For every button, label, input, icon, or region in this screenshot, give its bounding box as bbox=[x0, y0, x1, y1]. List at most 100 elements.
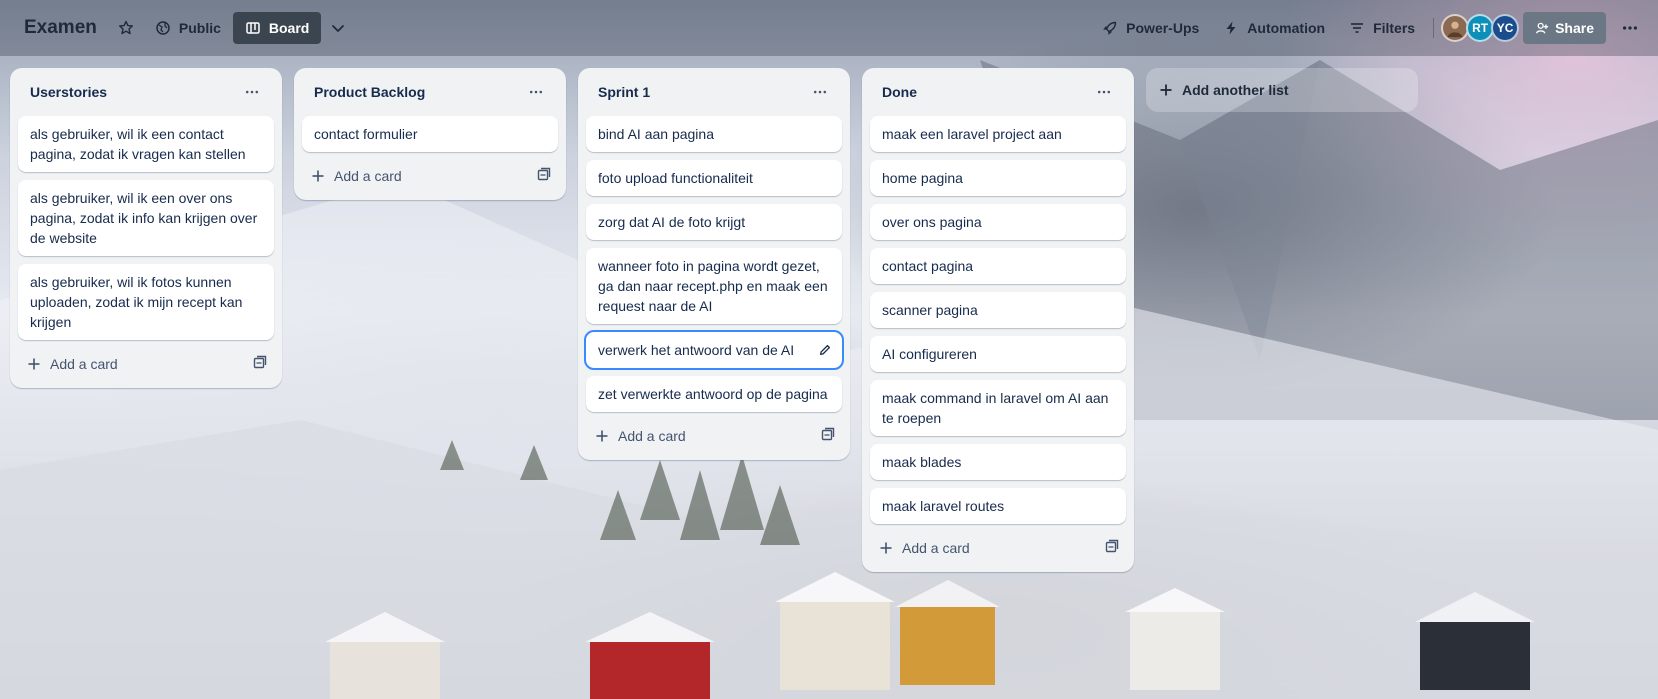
card[interactable]: maak laravel routes bbox=[870, 488, 1126, 524]
pencil-icon[interactable] bbox=[818, 343, 832, 357]
template-icon bbox=[821, 427, 835, 440]
add-card-button[interactable]: Add a card bbox=[310, 168, 402, 184]
card[interactable]: scanner pagina bbox=[870, 292, 1126, 328]
list-footer: Add a card bbox=[18, 348, 274, 380]
add-card-button[interactable]: Add a card bbox=[594, 428, 686, 444]
add-card-label: Add a card bbox=[902, 540, 970, 556]
card[interactable]: foto upload functionaliteit bbox=[586, 160, 842, 196]
add-list-label: Add another list bbox=[1182, 82, 1289, 98]
rocket-icon bbox=[1103, 21, 1117, 35]
plus-icon bbox=[312, 170, 324, 182]
card[interactable]: maak blades bbox=[870, 444, 1126, 480]
star-icon bbox=[118, 20, 133, 35]
board-title[interactable]: Examen bbox=[12, 17, 109, 39]
list-userstories: Userstories als gebruiker, wil ik een co… bbox=[10, 68, 282, 388]
card-text: verwerk het antwoord van de AI bbox=[598, 342, 795, 358]
add-card-button[interactable]: Add a card bbox=[878, 540, 970, 556]
list-menu-button[interactable] bbox=[520, 76, 552, 108]
list-title[interactable]: Sprint 1 bbox=[598, 84, 650, 100]
share-label: Share bbox=[1555, 20, 1594, 36]
board-members: RT YC bbox=[1441, 14, 1520, 42]
plus-icon bbox=[880, 542, 892, 554]
more-horizontal-icon bbox=[813, 90, 827, 94]
template-icon bbox=[537, 167, 551, 180]
avatar[interactable]: YC bbox=[1491, 14, 1520, 42]
add-card-label: Add a card bbox=[334, 168, 402, 184]
create-from-template-button[interactable] bbox=[1104, 538, 1120, 559]
card[interactable]: zorg dat AI de foto krijgt bbox=[586, 204, 842, 240]
add-card-label: Add a card bbox=[618, 428, 686, 444]
card[interactable]: als gebruiker, wil ik een contact pagina… bbox=[18, 116, 274, 172]
card[interactable]: over ons pagina bbox=[870, 204, 1126, 240]
list-product-backlog: Product Backlog contact formulier Add a … bbox=[294, 68, 566, 200]
list-menu-button[interactable] bbox=[804, 76, 836, 108]
board-view-label: Board bbox=[268, 20, 310, 36]
share-button[interactable]: Share bbox=[1523, 12, 1606, 44]
filters-label: Filters bbox=[1373, 20, 1416, 36]
board-icon bbox=[246, 22, 260, 34]
board-header: Examen Public Board Power-Ups Automation… bbox=[0, 0, 1658, 56]
powerups-label: Power-Ups bbox=[1126, 20, 1200, 36]
list-header: Sprint 1 bbox=[586, 68, 842, 116]
globe-icon bbox=[156, 21, 170, 35]
more-horizontal-icon bbox=[1097, 90, 1111, 94]
powerups-button[interactable]: Power-Ups bbox=[1090, 12, 1211, 44]
chevron-down-icon bbox=[332, 25, 345, 32]
plus-icon bbox=[1160, 84, 1172, 96]
create-from-template-button[interactable] bbox=[820, 426, 836, 447]
plus-icon bbox=[28, 358, 40, 370]
filter-icon bbox=[1351, 23, 1364, 33]
board-view-button[interactable]: Board bbox=[232, 12, 322, 44]
more-horizontal-icon bbox=[1622, 26, 1638, 30]
card[interactable]: als gebruiker, wil ik fotos kunnen uploa… bbox=[18, 264, 274, 340]
list-footer: Add a card bbox=[586, 420, 842, 452]
create-from-template-button[interactable] bbox=[536, 166, 552, 187]
board-menu-button[interactable] bbox=[1614, 12, 1646, 44]
board-canvas: Userstories als gebruiker, wil ik een co… bbox=[10, 68, 1418, 572]
list-header: Done bbox=[870, 68, 1126, 116]
avatar[interactable] bbox=[1441, 14, 1470, 42]
card[interactable]: als gebruiker, wil ik een over ons pagin… bbox=[18, 180, 274, 256]
card-list: bind AI aan pagina foto upload functiona… bbox=[584, 116, 844, 412]
filters-button[interactable]: Filters bbox=[1337, 12, 1427, 44]
automation-button[interactable]: Automation bbox=[1211, 12, 1337, 44]
card[interactable]: zet verwerkte antwoord op de pagina bbox=[586, 376, 842, 412]
avatar[interactable]: RT bbox=[1466, 14, 1495, 42]
avatar-initials: RT bbox=[1472, 21, 1489, 35]
visibility-label: Public bbox=[178, 20, 221, 36]
list-footer: Add a card bbox=[302, 160, 558, 192]
list-menu-button[interactable] bbox=[236, 76, 268, 108]
list-sprint-1: Sprint 1 bind AI aan pagina foto upload … bbox=[578, 68, 850, 460]
card[interactable]: contact formulier bbox=[302, 116, 558, 152]
list-header: Userstories bbox=[18, 68, 274, 116]
card[interactable]: bind AI aan pagina bbox=[586, 116, 842, 152]
more-horizontal-icon bbox=[529, 90, 543, 94]
template-icon bbox=[253, 355, 267, 368]
card[interactable]: wanneer foto in pagina wordt gezet, ga d… bbox=[586, 248, 842, 324]
add-list-button[interactable]: Add another list bbox=[1146, 68, 1418, 112]
card[interactable]: maak command in laravel om AI aan te roe… bbox=[870, 380, 1126, 436]
card-list: maak een laravel project aan home pagina… bbox=[870, 116, 1126, 524]
automation-label: Automation bbox=[1247, 20, 1326, 36]
list-done: Done maak een laravel project aan home p… bbox=[862, 68, 1134, 572]
card[interactable]: AI configureren bbox=[870, 336, 1126, 372]
add-card-button[interactable]: Add a card bbox=[26, 356, 118, 372]
card[interactable]: home pagina bbox=[870, 160, 1126, 196]
add-card-label: Add a card bbox=[50, 356, 118, 372]
card-focused[interactable]: verwerk het antwoord van de AI bbox=[584, 330, 844, 370]
create-from-template-button[interactable] bbox=[252, 354, 268, 375]
visibility-button[interactable]: Public bbox=[143, 12, 233, 44]
header-divider bbox=[1433, 18, 1435, 38]
lightning-icon bbox=[1226, 21, 1236, 35]
card[interactable]: contact pagina bbox=[870, 248, 1126, 284]
list-menu-button[interactable] bbox=[1088, 76, 1120, 108]
star-button[interactable] bbox=[109, 12, 143, 44]
list-title[interactable]: Product Backlog bbox=[314, 84, 425, 100]
view-switcher-button[interactable] bbox=[321, 12, 355, 44]
card[interactable]: maak een laravel project aan bbox=[870, 116, 1126, 152]
list-title[interactable]: Done bbox=[882, 84, 917, 100]
list-title[interactable]: Userstories bbox=[30, 84, 107, 100]
add-person-icon bbox=[1536, 22, 1549, 34]
list-footer: Add a card bbox=[870, 532, 1126, 564]
avatar-initials: YC bbox=[1496, 21, 1514, 35]
